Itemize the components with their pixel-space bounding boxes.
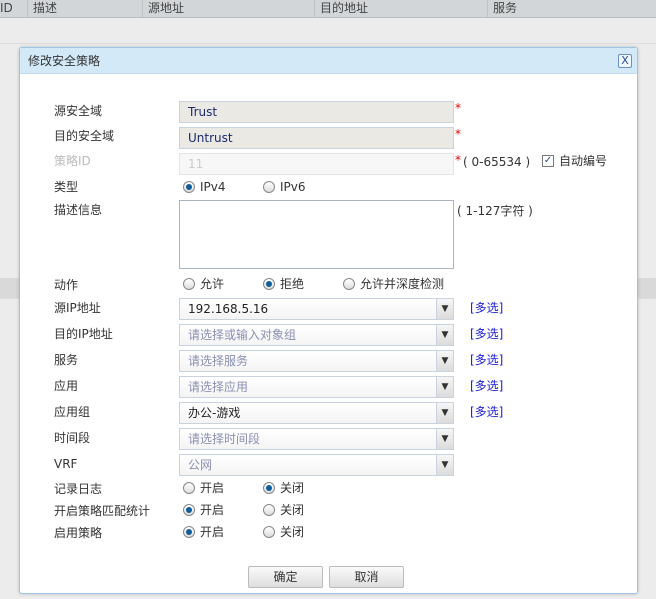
src-ip-select[interactable]: 192.168.5.16 ▼	[179, 298, 454, 320]
service-multi-link[interactable]: [多选]	[470, 350, 503, 370]
dialog-title: 修改安全策略	[20, 48, 637, 74]
enable-off-radio[interactable]: 关闭	[263, 523, 304, 541]
radio-icon[interactable]	[263, 278, 275, 290]
radio-label: IPv6	[280, 180, 306, 194]
dst-zone-label: 目的安全域	[54, 129, 115, 143]
col-service[interactable]: 服务	[487, 0, 656, 17]
radio-label: 允许	[200, 277, 225, 291]
radio-icon[interactable]	[183, 504, 195, 516]
select-value: 192.168.5.16	[188, 302, 269, 316]
col-dst[interactable]: 目的地址	[314, 0, 487, 17]
dst-ip-label: 目的IP地址	[54, 327, 113, 341]
service-label: 服务	[54, 353, 79, 367]
src-ip-multi-link[interactable]: [多选]	[470, 298, 503, 318]
app-multi-link[interactable]: [多选]	[470, 376, 503, 396]
dst-zone-field[interactable]: Untrust	[179, 127, 454, 149]
select-placeholder: 请选择服务	[188, 354, 249, 368]
chevron-down-icon[interactable]: ▼	[436, 377, 453, 397]
col-src[interactable]: 源地址	[142, 0, 314, 17]
match-stats-on-radio[interactable]: 开启	[183, 501, 224, 519]
src-zone-field[interactable]: Trust	[179, 101, 454, 123]
radio-label: 关闭	[280, 503, 305, 517]
required-mark: *	[455, 127, 461, 141]
desc-label: 描述信息	[54, 203, 103, 217]
close-icon[interactable]: X	[618, 54, 632, 68]
service-select[interactable]: 请选择服务 ▼	[179, 350, 454, 372]
chevron-down-icon[interactable]: ▼	[436, 429, 453, 449]
desc-textarea[interactable]	[179, 200, 454, 269]
auto-number-checkbox[interactable]: ✓ 自动编号	[542, 152, 607, 170]
checkbox-icon[interactable]: ✓	[542, 155, 554, 167]
type-ipv4-radio[interactable]: IPv4	[183, 178, 226, 196]
src-ip-label: 源IP地址	[54, 301, 101, 315]
radio-icon[interactable]	[183, 278, 195, 290]
action-permit-radio[interactable]: 允许	[183, 275, 224, 293]
radio-icon[interactable]	[263, 482, 275, 494]
chevron-down-icon[interactable]: ▼	[436, 403, 453, 423]
match-stats-off-radio[interactable]: 关闭	[263, 501, 304, 519]
app-group-select[interactable]: 办公-游戏 ▼	[179, 402, 454, 424]
app-group-label: 应用组	[54, 405, 91, 419]
time-range-label: 时间段	[54, 431, 91, 445]
radio-label: 关闭	[280, 525, 305, 539]
action-deny-radio[interactable]: 拒绝	[263, 275, 304, 293]
log-off-radio[interactable]: 关闭	[263, 479, 304, 497]
desc-hint: ( 1-127字符 )	[457, 204, 533, 218]
radio-label: 开启	[200, 525, 225, 539]
cancel-button[interactable]: 取消	[329, 566, 404, 588]
select-placeholder: 请选择时间段	[188, 432, 261, 446]
vrf-label: VRF	[54, 457, 78, 471]
select-placeholder: 请选择应用	[188, 380, 249, 394]
app-group-multi-link[interactable]: [多选]	[470, 402, 503, 422]
table-header: ID 描述 源地址 目的地址 服务	[0, 0, 656, 18]
radio-icon[interactable]	[263, 504, 275, 516]
type-label: 类型	[54, 180, 79, 194]
chevron-down-icon[interactable]: ▼	[436, 299, 453, 319]
log-label: 记录日志	[54, 482, 103, 496]
type-ipv6-radio[interactable]: IPv6	[263, 178, 306, 196]
app-label: 应用	[54, 379, 79, 393]
dst-ip-multi-link[interactable]: [多选]	[470, 324, 503, 344]
radio-icon[interactable]	[343, 278, 355, 290]
log-on-radio[interactable]: 开启	[183, 479, 224, 497]
auto-number-label: 自动编号	[559, 154, 608, 168]
edit-policy-dialog: 修改安全策略 X 源安全域 Trust * 目的安全域 Untrust * 策略…	[19, 47, 638, 594]
vrf-select[interactable]: 公网 ▼	[179, 454, 454, 476]
table-row	[0, 18, 656, 44]
time-range-select[interactable]: 请选择时间段 ▼	[179, 428, 454, 450]
ok-button[interactable]: 确定	[248, 566, 323, 588]
action-permit-inspect-radio[interactable]: 允许并深度检测	[343, 275, 444, 293]
enable-on-radio[interactable]: 开启	[183, 523, 224, 541]
radio-label: 允许并深度检测	[360, 277, 445, 291]
radio-icon[interactable]	[263, 181, 275, 193]
match-stats-label: 开启策略匹配统计	[54, 504, 151, 518]
radio-icon[interactable]	[183, 526, 195, 538]
src-zone-label: 源安全域	[54, 104, 103, 118]
col-desc[interactable]: 描述	[27, 0, 143, 17]
radio-label: 关闭	[280, 481, 305, 495]
policy-id-label: 策略ID	[54, 154, 91, 168]
chevron-down-icon[interactable]: ▼	[436, 351, 453, 371]
required-mark: *	[455, 101, 461, 115]
policy-id-field[interactable]: 11	[179, 153, 454, 175]
select-placeholder: 请选择或输入对象组	[188, 328, 297, 342]
chevron-down-icon[interactable]: ▼	[436, 455, 453, 475]
enable-label: 启用策略	[54, 526, 103, 540]
policy-id-range: ( 0-65534 )	[463, 155, 531, 169]
dst-ip-select[interactable]: 请选择或输入对象组 ▼	[179, 324, 454, 346]
radio-label: 开启	[200, 481, 225, 495]
app-select[interactable]: 请选择应用 ▼	[179, 376, 454, 398]
select-placeholder: 公网	[188, 458, 213, 472]
required-mark: *	[455, 153, 461, 167]
select-value: 办公-游戏	[188, 406, 241, 420]
radio-icon[interactable]	[183, 181, 195, 193]
radio-icon[interactable]	[263, 526, 275, 538]
chevron-down-icon[interactable]: ▼	[436, 325, 453, 345]
radio-label: 拒绝	[280, 277, 305, 291]
action-label: 动作	[54, 278, 79, 292]
radio-label: 开启	[200, 503, 225, 517]
radio-icon[interactable]	[183, 482, 195, 494]
radio-label: IPv4	[200, 180, 226, 194]
